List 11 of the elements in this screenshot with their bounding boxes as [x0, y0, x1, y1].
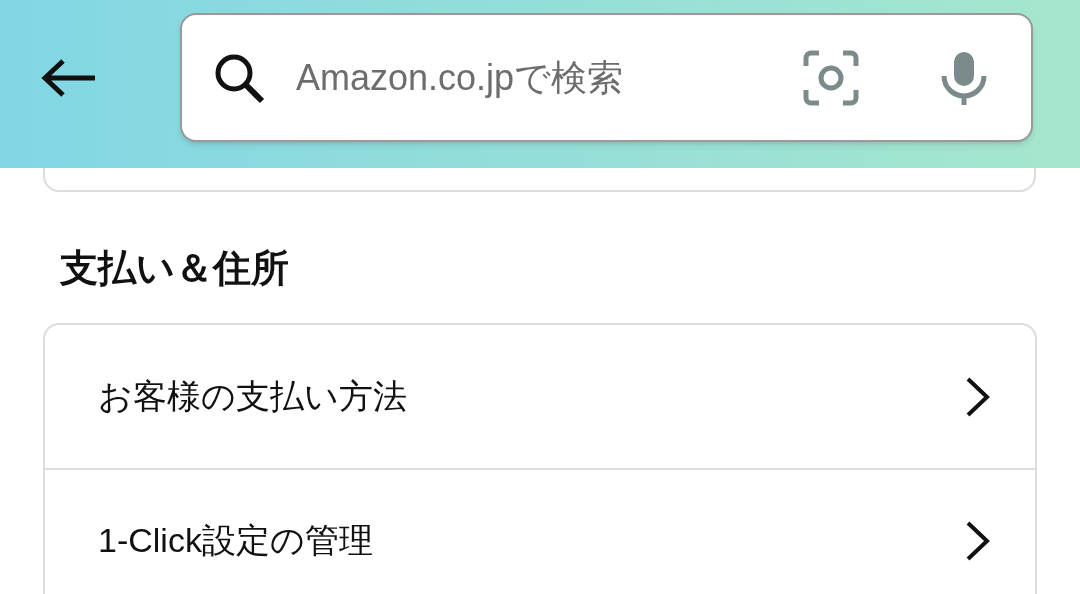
row-label: 1-Click設定の管理 [98, 520, 373, 561]
chevron-right-icon [965, 376, 991, 417]
chevron-right-icon [965, 520, 991, 561]
section-heading: 支払い＆住所 [60, 246, 290, 291]
camera-icon[interactable] [803, 49, 859, 106]
settings-row[interactable]: 1-Click設定の管理 [45, 468, 1035, 594]
search-field[interactable]: Amazon.co.jpで検索 [296, 50, 776, 105]
back-arrow-icon [39, 58, 97, 98]
microphone-icon[interactable] [939, 49, 989, 106]
settings-row[interactable]: お客様の支払い方法 [45, 325, 1035, 468]
row-label: お客様の支払い方法 [98, 376, 407, 417]
